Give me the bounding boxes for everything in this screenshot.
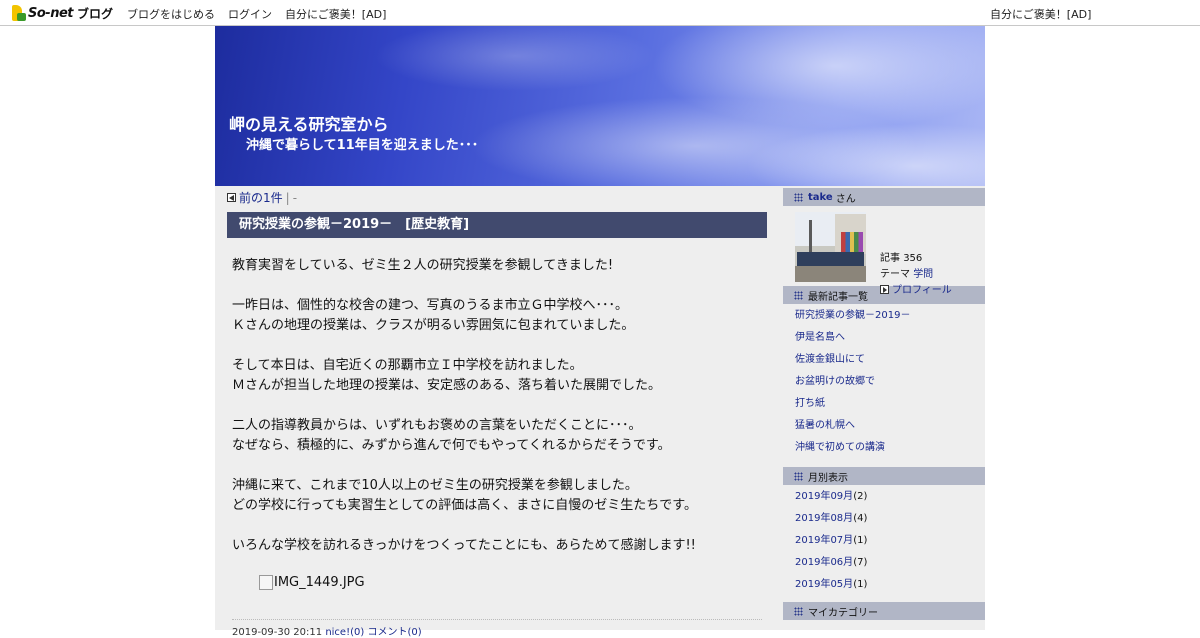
category-heading-text: マイカテゴリー — [808, 607, 878, 619]
login-link[interactable]: ログイン — [228, 6, 272, 22]
entry-date: 2019-09-30 20:11 — [232, 627, 323, 638]
ad-link[interactable]: 自分にご褒美！[AD] — [285, 6, 386, 22]
entry-paragraph: Ｋさんの地理の授業は、クラスが明るい雰囲気に包まれていました。 — [232, 318, 635, 333]
entry-paragraph: いろんな学校を訪れるきっかけをつくってたことにも、あらためて感謝します!! — [232, 538, 696, 553]
entry-paragraph — [232, 396, 772, 416]
entry-paragraph — [232, 456, 772, 476]
recent-item[interactable]: 沖縄で初めての講演 — [795, 442, 885, 453]
entry-footer: 2019-09-30 20:11 nice!(0) コメント(0) — [232, 619, 762, 638]
recent-item[interactable]: 打ち紙 — [795, 398, 825, 409]
archive-count: (7) — [853, 557, 868, 568]
archive-count: (1) — [853, 579, 868, 590]
recent-item[interactable]: 佐渡金銀山にて — [795, 354, 865, 365]
archive-heading: 月別表示 — [783, 467, 985, 485]
entry-paragraph: 一昨日は、個性的な校舎の建つ、写真のうるま市立Ｇ中学校へ･･･。 — [232, 298, 628, 313]
grid-bullet-icon — [794, 192, 803, 202]
grid-bullet-icon — [794, 606, 803, 616]
entry-paragraph — [232, 516, 772, 536]
archive-count: (1) — [853, 535, 868, 546]
articles-label: 記事 — [880, 253, 900, 264]
profile-article-count: 記事 356 — [880, 251, 952, 267]
entry-paragraph: なぜなら、積極的に、みずから進んで何でもやってくれるからだそうです。 — [232, 438, 671, 453]
archive-month-link[interactable]: 2019年06月 — [795, 557, 853, 568]
archive-count: (2) — [853, 491, 868, 502]
prev-arrow-icon — [227, 193, 236, 202]
profile-link-row: プロフィール — [880, 283, 952, 299]
play-arrow-icon — [880, 285, 889, 294]
pager-separator: | — [285, 190, 290, 205]
broken-image-icon — [258, 574, 274, 590]
prev-entry-link[interactable]: 前の1件 — [239, 189, 283, 206]
recent-item[interactable]: 研究授業の参観－2019－ — [795, 310, 910, 321]
comment-link[interactable]: コメント(0) — [367, 627, 421, 638]
logo-brand-text: So-net — [28, 5, 73, 21]
profile-heading: take さん — [783, 188, 985, 206]
profile-theme: テーマ 学問 — [880, 267, 952, 283]
entry-paragraph: 二人の指導教員からは、いずれもお褒めの言葉をいただくことに･･･。 — [232, 418, 642, 433]
profile-info: 記事 356 テーマ 学問 プロフィール — [880, 251, 952, 299]
pager: 前の1件 | - — [227, 189, 297, 206]
entry-paragraph — [232, 276, 772, 296]
logo-blog-text: ブログ — [76, 6, 113, 21]
main-column: 前の1件 | - 研究授業の参観－2019－ [歴史教育] 教育実習をしている、… — [215, 186, 781, 638]
archive-heading-text: 月別表示 — [808, 472, 848, 484]
avatar[interactable] — [795, 212, 866, 282]
entry-body: 教育実習をしている、ゼミ生２人の研究授業を参観してきました! 一昨日は、個性的な… — [232, 256, 772, 556]
so-net-logo-icon — [12, 5, 26, 21]
theme-label: テーマ — [880, 269, 910, 280]
entry-image-alt: IMG_1449.JPG — [274, 574, 365, 590]
articles-count: 356 — [903, 253, 923, 264]
archive-list: 2019年09月(2) 2019年08月(4) 2019年07月(1) 2019… — [783, 485, 985, 602]
recent-heading-text: 最新記事一覧 — [808, 291, 868, 303]
category-heading: マイカテゴリー — [783, 602, 985, 620]
ad-link-right[interactable]: 自分にご褒美！[AD] — [990, 6, 1091, 22]
grid-bullet-icon — [794, 290, 803, 300]
profile-username[interactable]: take — [808, 192, 833, 203]
recent-list: 研究授業の参観－2019－ 伊是名島へ 佐渡金銀山にて お盆明けの故郷で 打ち紙… — [783, 304, 985, 467]
sidebar: take さん 記事 356 テーマ 学問 プロフィール 最新記事一覧 研究授業… — [783, 188, 985, 630]
entry-paragraph: 教育実習をしている、ゼミ生２人の研究授業を参観してきました! — [232, 258, 614, 273]
archive-month-link[interactable]: 2019年09月 — [795, 491, 853, 502]
recent-item[interactable]: 猛暑の札幌へ — [795, 420, 855, 431]
theme-link[interactable]: 学問 — [913, 269, 933, 280]
blog-title[interactable]: 岬の見える研究室から — [229, 111, 389, 135]
entry-paragraph: そして本日は、自宅近くの那覇市立Ｉ中学校を訪れました。 — [232, 358, 583, 373]
recent-item[interactable]: お盆明けの故郷で — [795, 376, 875, 387]
profile-name-suffix: さん — [835, 193, 856, 205]
global-nav: ブログをはじめる ログイン 自分にご褒美！[AD] — [127, 6, 386, 22]
entry-paragraph: 沖縄に来て、これまで10人以上のゼミ生の研究授業を参観しました。 — [232, 478, 638, 493]
archive-month-link[interactable]: 2019年08月 — [795, 513, 853, 524]
profile-link[interactable]: プロフィール — [892, 285, 952, 296]
entry-image[interactable]: IMG_1449.JPG — [258, 574, 365, 590]
next-entry-placeholder: - — [292, 190, 298, 205]
entry-paragraph: どの学校に行っても実習生としての評価は高く、まさに自慢のゼミ生たちです。 — [232, 498, 698, 513]
start-blog-link[interactable]: ブログをはじめる — [127, 6, 215, 22]
so-net-blog-logo[interactable]: So-net ブログ — [12, 4, 113, 22]
grid-bullet-icon — [794, 471, 803, 481]
entry-title[interactable]: 研究授業の参観－2019－ [歴史教育] — [227, 212, 767, 238]
recent-item[interactable]: 伊是名島へ — [795, 332, 845, 343]
entry-paragraph: Ｍさんが担当した地理の授業は、安定感のある、落ち着いた展開でした。 — [232, 378, 662, 393]
archive-month-link[interactable]: 2019年05月 — [795, 579, 853, 590]
blog-header-banner: 岬の見える研究室から 沖縄で暮らして11年目を迎えました･･･ — [215, 26, 985, 186]
archive-count: (4) — [853, 513, 868, 524]
global-header: So-net ブログ ブログをはじめる ログイン 自分にご褒美！[AD] 自分に… — [0, 0, 1200, 26]
nice-link[interactable]: nice!(0) — [325, 627, 364, 638]
blog-subtitle: 沖縄で暮らして11年目を迎えました･･･ — [246, 138, 479, 153]
entry-paragraph — [232, 336, 772, 356]
archive-month-link[interactable]: 2019年07月 — [795, 535, 853, 546]
profile-box: 記事 356 テーマ 学問 プロフィール — [783, 206, 985, 296]
blog-page: 岬の見える研究室から 沖縄で暮らして11年目を迎えました･･･ 前の1件 | -… — [215, 26, 985, 638]
